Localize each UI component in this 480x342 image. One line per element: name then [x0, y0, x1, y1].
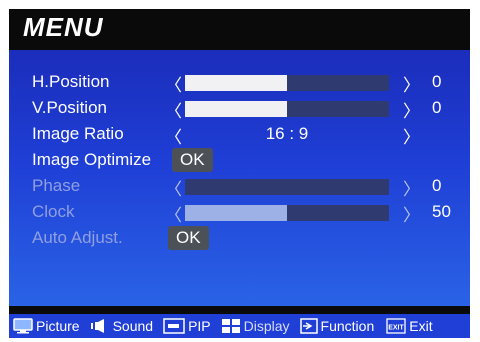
- h-position-slider[interactable]: [185, 75, 389, 91]
- h-position-slider-fill: [185, 75, 287, 91]
- row-v-position[interactable]: V.Position 〈 〉 0: [9, 96, 470, 122]
- phase-label: Phase: [32, 176, 81, 195]
- tab-pip[interactable]: PIP: [163, 314, 211, 338]
- tab-exit[interactable]: EXIT Exit: [386, 314, 433, 338]
- clock-slider: [185, 205, 389, 221]
- clock-value: 50: [432, 202, 451, 221]
- h-position-left-arrow-icon[interactable]: 〈: [165, 71, 182, 96]
- v-position-value: 0: [432, 98, 442, 117]
- phase-slider: [185, 179, 389, 195]
- pip-icon: [163, 318, 185, 334]
- auto-adjust-label: Auto Adjust.: [32, 228, 123, 247]
- clock-right-arrow-icon: 〉: [403, 206, 420, 225]
- tab-picture-label: Picture: [36, 318, 80, 334]
- exit-icon: EXIT: [386, 318, 406, 334]
- monitor-icon: [13, 318, 33, 334]
- image-ratio-label: Image Ratio: [32, 124, 124, 143]
- v-position-slider-fill: [185, 101, 287, 117]
- tab-pip-label: PIP: [188, 318, 211, 334]
- h-position-label: H.Position: [32, 72, 110, 91]
- row-phase: Phase 〈 〉 0: [9, 174, 470, 200]
- phase-value: 0: [432, 176, 442, 195]
- osd-menu: MENU H.Position 〈 〉 0 V.Position 〈 〉 0 I…: [9, 9, 470, 338]
- bottom-nav-bar: Picture Sound PIP Display Function EXIT …: [9, 314, 470, 338]
- row-clock: Clock 〈 〉 50: [9, 200, 470, 226]
- clock-slider-fill: [185, 205, 287, 221]
- svg-text:EXIT: EXIT: [388, 325, 404, 332]
- tab-sound-label: Sound: [112, 318, 154, 334]
- tab-picture[interactable]: Picture: [13, 314, 80, 338]
- function-icon: [299, 318, 318, 334]
- image-optimize-ok-button[interactable]: OK: [172, 148, 213, 172]
- tab-exit-label: Exit: [409, 318, 433, 334]
- v-position-label: V.Position: [32, 98, 107, 117]
- display-grid-icon: [221, 318, 241, 334]
- row-auto-adjust: Auto Adjust. OK: [9, 226, 470, 252]
- menu-panel: H.Position 〈 〉 0 V.Position 〈 〉 0 Image …: [9, 50, 470, 306]
- phase-left-arrow-icon: 〈: [165, 180, 182, 199]
- clock-left-arrow-icon: 〈: [165, 206, 182, 225]
- row-image-ratio[interactable]: Image Ratio 〈 16 : 9 〉: [9, 122, 470, 148]
- tab-display-label: Display: [243, 318, 290, 334]
- speaker-icon: [90, 318, 110, 334]
- tab-function[interactable]: Function: [299, 314, 375, 338]
- row-h-position[interactable]: H.Position 〈 〉 0: [9, 70, 470, 96]
- image-optimize-label: Image Optimize: [32, 150, 152, 169]
- image-ratio-right-arrow-icon[interactable]: 〉: [403, 123, 420, 148]
- menu-title: MENU: [23, 12, 104, 42]
- auto-adjust-ok-button: OK: [168, 226, 209, 250]
- row-image-optimize: Image Optimize OK: [9, 148, 470, 174]
- v-position-slider[interactable]: [185, 101, 389, 117]
- h-position-right-arrow-icon[interactable]: 〉: [403, 71, 420, 96]
- phase-right-arrow-icon: 〉: [403, 180, 420, 199]
- tab-sound[interactable]: Sound: [90, 314, 153, 338]
- image-ratio-value: 16 : 9: [265, 124, 309, 143]
- tab-function-label: Function: [320, 318, 375, 334]
- v-position-right-arrow-icon[interactable]: 〉: [403, 97, 420, 122]
- v-position-left-arrow-icon[interactable]: 〈: [165, 97, 182, 122]
- tab-display[interactable]: Display: [221, 314, 290, 338]
- image-ratio-left-arrow-icon[interactable]: 〈: [165, 123, 182, 148]
- clock-label: Clock: [32, 202, 75, 221]
- h-position-value: 0: [432, 72, 442, 91]
